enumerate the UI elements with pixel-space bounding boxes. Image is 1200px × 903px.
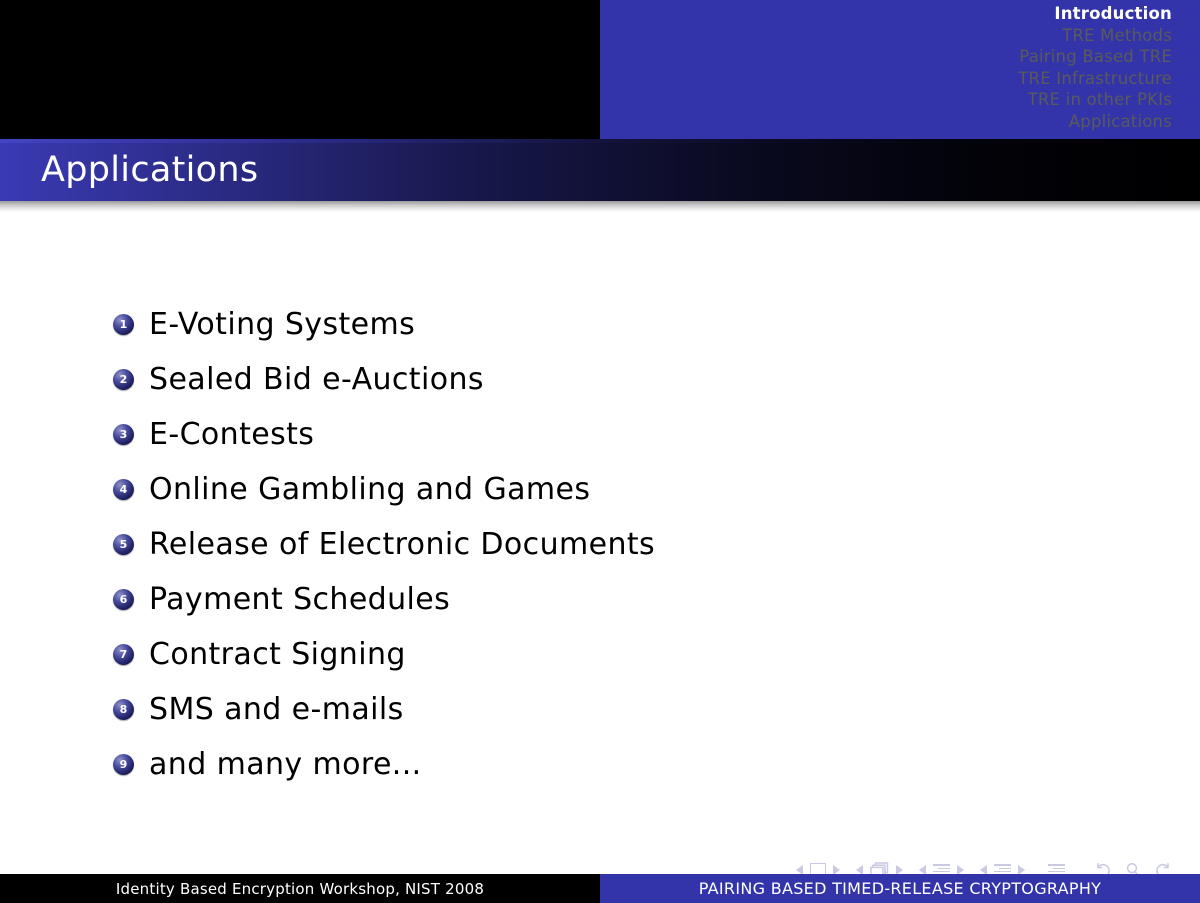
bullet-number: 6 (119, 593, 128, 606)
bullet-number: 5 (119, 538, 128, 551)
list-item: 5 Release of Electronic Documents (113, 517, 1113, 572)
list-item: 2 Sealed Bid e-Auctions (113, 352, 1113, 407)
bullet-ball-icon: 8 (113, 699, 134, 720)
section-navigation[interactable]: Introduction TRE Methods Pairing Based T… (1018, 3, 1172, 132)
list-item: 9 and many more... (113, 737, 1113, 792)
title-bar-accent-stripe (0, 139, 1200, 143)
slide-footer: Identity Based Encryption Workshop, NIST… (0, 874, 1200, 903)
bullet-ball-icon: 7 (113, 644, 134, 665)
list-item-label: Payment Schedules (149, 582, 451, 617)
list-item-label: Sealed Bid e-Auctions (149, 362, 484, 397)
bullet-ball-icon: 3 (113, 424, 134, 445)
nav-item-tre-infrastructure[interactable]: TRE Infrastructure (1018, 68, 1172, 90)
list-item-label: SMS and e-mails (149, 692, 404, 727)
bullet-number: 2 (119, 373, 128, 386)
bullet-ball-icon: 5 (113, 534, 134, 555)
footer-left-panel: Identity Based Encryption Workshop, NIST… (0, 874, 600, 903)
list-item-label: and many more... (149, 747, 422, 782)
bullet-number: 7 (119, 648, 128, 661)
bullet-ball-icon: 4 (113, 479, 134, 500)
nav-item-applications[interactable]: Applications (1018, 111, 1172, 133)
list-item: 3 E-Contests (113, 407, 1113, 462)
list-item-label: Release of Electronic Documents (149, 527, 656, 562)
nav-item-tre-methods[interactable]: TRE Methods (1018, 25, 1172, 47)
presentation-slide: Introduction TRE Methods Pairing Based T… (0, 0, 1200, 903)
nav-item-introduction[interactable]: Introduction (1018, 3, 1172, 25)
bullet-ball-icon: 6 (113, 589, 134, 610)
list-item: 4 Online Gambling and Games (113, 462, 1113, 517)
list-item: 7 Contract Signing (113, 627, 1113, 682)
header-bar-left-panel (0, 0, 600, 139)
nav-item-pairing-based-tre[interactable]: Pairing Based TRE (1018, 46, 1172, 68)
bullet-number: 4 (119, 483, 128, 496)
header-bar: Introduction TRE Methods Pairing Based T… (0, 0, 1200, 139)
bullet-ball-icon: 9 (113, 754, 134, 775)
bullet-ball-icon: 1 (113, 314, 134, 335)
bullet-number: 1 (119, 318, 128, 331)
bullet-number: 8 (119, 703, 128, 716)
bullet-number: 3 (119, 428, 128, 441)
title-bar-drop-shadow (0, 201, 1200, 212)
list-item: 6 Payment Schedules (113, 572, 1113, 627)
slide-body: 1 E-Voting Systems 2 Sealed Bid e-Auctio… (0, 212, 1200, 832)
page-title: Applications (41, 150, 259, 190)
footer-event-label: Identity Based Encryption Workshop, NIST… (115, 879, 485, 898)
nav-item-tre-in-other-pkis[interactable]: TRE in other PKIs (1018, 89, 1172, 111)
list-item-label: Contract Signing (149, 637, 406, 672)
list-item: 8 SMS and e-mails (113, 682, 1113, 737)
bullet-ball-icon: 2 (113, 369, 134, 390)
bullet-number: 9 (119, 758, 128, 771)
list-item-label: E-Contests (149, 417, 315, 452)
footer-right-panel: PAIRING BASED TIMED-RELEASE CRYPTOGRAPHY (600, 874, 1200, 903)
footer-presentation-title: PAIRING BASED TIMED-RELEASE CRYPTOGRAPHY (698, 879, 1102, 898)
list-item-label: Online Gambling and Games (149, 472, 591, 507)
slide-title-bar: Applications (0, 139, 1200, 201)
enumerated-list: 1 E-Voting Systems 2 Sealed Bid e-Auctio… (113, 297, 1113, 792)
list-item: 1 E-Voting Systems (113, 297, 1113, 352)
list-item-label: E-Voting Systems (149, 307, 416, 342)
